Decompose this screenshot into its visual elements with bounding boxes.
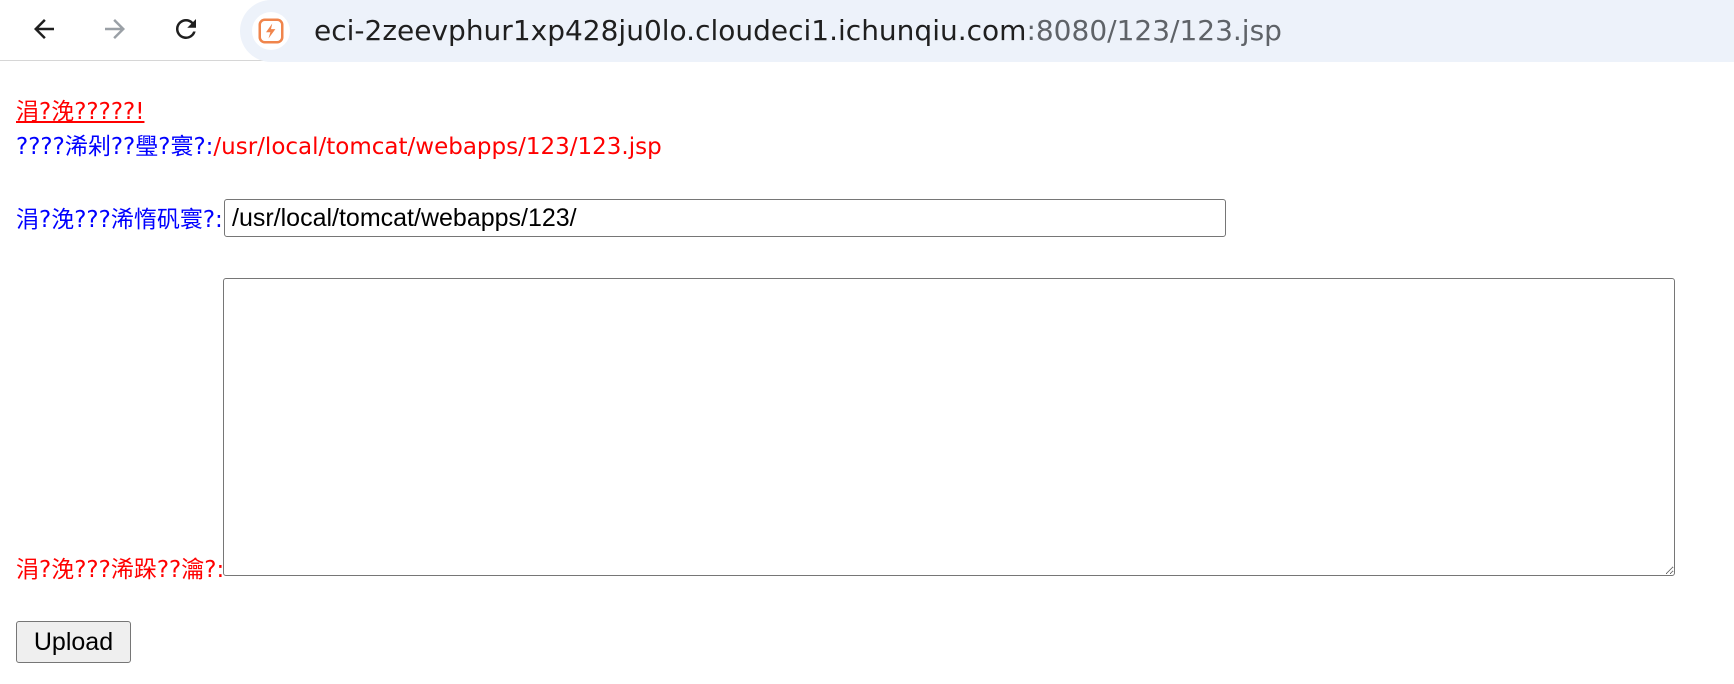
reload-button[interactable] — [168, 11, 204, 47]
dir-label: 涓?浼???浠惰矾寰?: — [16, 207, 223, 233]
url-text[interactable]: eci-2zeevphur1xp428ju0lo.cloudeci1.ichun… — [314, 15, 1282, 47]
arrow-right-icon — [105, 19, 125, 39]
url-host: eci-2zeevphur1xp428ju0lo.cloudeci1.ichun… — [314, 14, 1027, 47]
site-bolt-icon — [258, 18, 284, 44]
current-file-label: ????浠剁??璺?寰?: — [16, 134, 214, 160]
reload-icon — [175, 18, 196, 39]
current-file-path: /usr/local/tomcat/webapps/123/123.jsp — [213, 134, 662, 160]
content-label: 涓?浼???浠跺??瀹?: — [16, 557, 225, 583]
back-button[interactable] — [26, 11, 62, 47]
content-textarea[interactable] — [223, 278, 1675, 576]
upload-button[interactable]: Upload — [16, 621, 131, 663]
message-link[interactable]: 涓?浼?????! — [16, 98, 144, 126]
forward-button[interactable] — [97, 11, 133, 47]
site-info-button[interactable] — [252, 12, 290, 50]
dir-input[interactable] — [224, 199, 1226, 237]
arrow-left-icon — [34, 19, 54, 39]
current-file-line: ????浠剁??璺?寰?:/usr/local/tomcat/webapps/1… — [16, 133, 662, 161]
url-path: :8080/123/123.jsp — [1026, 14, 1282, 47]
address-bar[interactable]: eci-2zeevphur1xp428ju0lo.cloudeci1.ichun… — [240, 0, 1734, 62]
browser-toolbar: eci-2zeevphur1xp428ju0lo.cloudeci1.ichun… — [0, 0, 1734, 62]
